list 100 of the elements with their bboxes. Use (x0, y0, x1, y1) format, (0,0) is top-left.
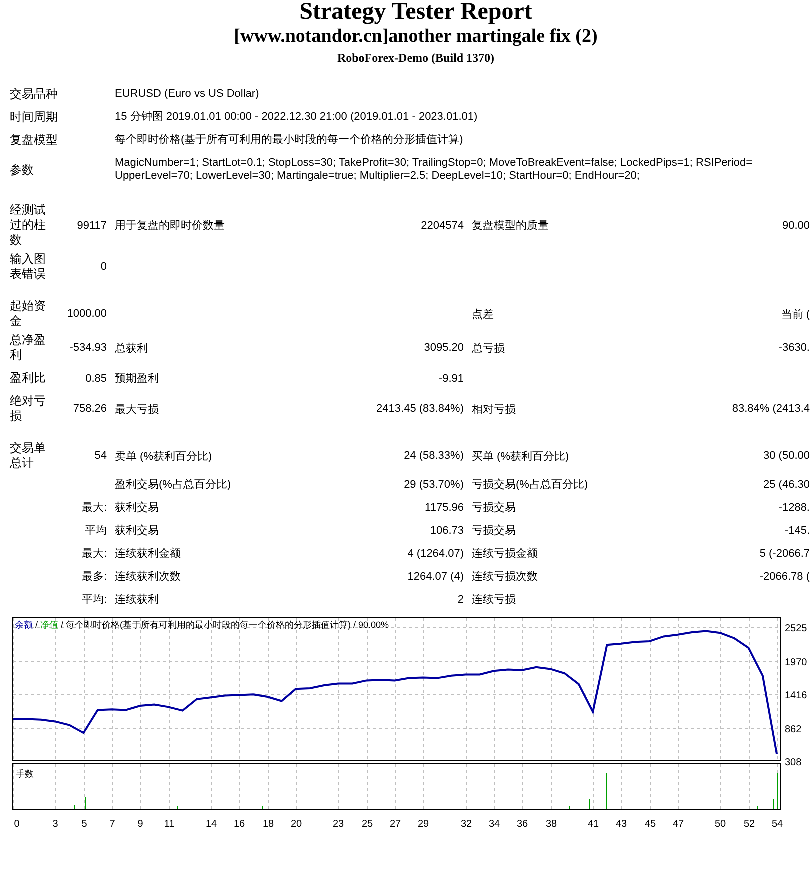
stat-label: 连续亏损金额 (471, 546, 539, 562)
stat-label: 获利交易 (114, 524, 160, 539)
stat-label: 亏损交易 (471, 500, 517, 516)
stat-label: 连续亏损次数 (471, 570, 539, 585)
stat-value: 24 (58.33%) (403, 449, 464, 464)
field-label: 复盘模型 (10, 132, 59, 149)
stat-label: 连续获利金额 (114, 546, 182, 562)
y-axis-label: 2525 (785, 624, 808, 634)
stat-label: 输入图表错误 (10, 251, 47, 283)
stat-value: 5 (-2066.7 (758, 546, 810, 562)
y-axis-label: 1416 (785, 690, 808, 702)
y-axis-label: 308 (785, 758, 802, 768)
stat-label: 预期盈利 (114, 372, 160, 387)
stat-value: 1000.00 (66, 307, 107, 322)
x-axis-label: 0 (14, 819, 20, 830)
stat-label: 用于复盘的即时价数量 (114, 219, 226, 234)
stat-value: 2204574 (420, 218, 464, 234)
stat-value: 1264.07 (4) (406, 570, 464, 584)
x-axis-label: 27 (390, 819, 402, 830)
x-axis-label: 36 (516, 819, 528, 830)
stat-value: 0.85 (84, 372, 107, 386)
stat-label: 复盘模型的质量 (471, 219, 550, 234)
field-value: 15 分钟图 2019.01.01 00:00 - 2022.12.30 21:00 (2019.01.01 - 2023.01.01) (115, 110, 479, 125)
x-axis-label: 29 (418, 819, 430, 830)
stat-label: 盈利比 (10, 370, 47, 387)
field-value: 每个即时价格(基于所有可利用的最小时段的每一个价格的分形插值计算) (115, 133, 464, 148)
stat-value: 平均 (84, 524, 107, 539)
x-axis-label: 14 (206, 819, 218, 830)
field-label: 交易品种 (10, 86, 59, 103)
x-axis-label: 45 (644, 819, 656, 830)
stat-label: 连续亏损 (471, 593, 517, 608)
stat-value: 2 (456, 592, 464, 608)
stat-label: 起始资金 (10, 298, 47, 330)
stat-label: 绝对亏损 (10, 393, 47, 425)
stat-value: -3630. (778, 341, 810, 356)
chart-legend: 余额 / 净值 / 每个即时价格(基于所有可利用的最小时段的每一个价格的分形插值计算) / 90.00% (15, 620, 390, 630)
stat-value: 0 (100, 260, 107, 275)
stat-value: -9.91 (438, 372, 464, 386)
x-axis-label: 25 (362, 819, 374, 830)
x-axis-label: 5 (82, 819, 88, 830)
stat-value: 平均: (80, 593, 107, 608)
stat-value: 99117 (76, 218, 107, 234)
stat-label: 亏损交易(%占总百分比) (471, 478, 590, 493)
stat-label: 卖单 (%获利百分比) (114, 450, 214, 464)
server-name: RoboForex-Demo (Build 1370) (336, 50, 496, 66)
stat-label: 总亏损 (471, 342, 506, 356)
stat-value: 758.26 (72, 402, 107, 417)
stat-value: 2413.45 (83.84%) (376, 402, 464, 417)
stat-label: 交易单总计 (10, 440, 47, 472)
x-axis-label: 7 (110, 819, 116, 830)
stat-label: 买单 (%获利百分比) (471, 450, 570, 464)
x-axis-label: 47 (672, 819, 684, 830)
stat-value: 4 (1264.07) (406, 546, 464, 562)
x-axis-label: 41 (588, 819, 600, 830)
stat-value: 29 (53.70%) (403, 478, 464, 492)
x-axis-label: 11 (164, 819, 175, 830)
stat-value: 最大: (80, 547, 107, 562)
stat-value: 106.73 (429, 524, 464, 538)
field-value: EURUSD (Euro vs US Dollar) (115, 87, 260, 102)
stat-value: 54 (94, 449, 107, 464)
field-value: MagicNumber=1; StartLot=0.1; StopLoss=30; TakeProfit=30; TrailingStop=0; MoveToBreakEvent=false; LockedPips=1; RSIPeriod= UpperLevel=70; LowerLevel=30; Martingale=true; Multiplier=2.5; DeepLevel=10; StartHour=0; EndHour=20; (115, 156, 754, 184)
x-axis-label: 20 (290, 819, 302, 830)
stat-label: 总获利 (114, 342, 149, 356)
stat-label: 盈利交易(%占总百分比) (114, 478, 232, 493)
stat-value: 最多: (80, 570, 107, 585)
x-axis-label: 38 (546, 819, 558, 830)
stat-value: 83.84% (2413.4 (731, 402, 810, 417)
volume-label: 手数 (16, 769, 34, 779)
report-subtitle: [www.notandor.cn]another martingale fix (2) (233, 25, 599, 49)
stat-value: -2066.78 ( (758, 570, 810, 584)
stat-label: 相对亏损 (471, 402, 517, 418)
stat-label: 总净盈利 (10, 332, 47, 364)
stat-value: 1175.96 (424, 500, 464, 516)
y-axis-label: 862 (785, 724, 802, 736)
x-axis-label: 9 (138, 819, 144, 830)
field-label: 时间周期 (10, 109, 59, 126)
x-axis-label: 54 (772, 819, 784, 830)
stat-value: -145. (784, 524, 810, 538)
stat-label: 点差 (471, 308, 495, 322)
stat-value: 3095.20 (423, 341, 464, 356)
stat-label: 获利交易 (114, 500, 160, 516)
stat-value: 最大: (80, 501, 107, 516)
field-label: 参数 (10, 162, 35, 178)
x-axis-label: 32 (460, 819, 472, 830)
stat-value: -1288. (778, 500, 810, 516)
x-axis-label: 52 (744, 819, 756, 830)
stat-label: 连续获利次数 (114, 570, 182, 585)
report-title: Strategy Tester Report (298, 0, 534, 24)
stat-value: 30 (50.00 (762, 449, 810, 464)
stat-value: -534.93 (68, 341, 107, 356)
x-axis-label: 23 (332, 819, 344, 830)
stat-value: 90.00 (781, 218, 810, 234)
x-axis-label: 43 (616, 819, 628, 830)
stat-label: 经测试过的柱数 (10, 202, 47, 249)
stat-label: 亏损交易 (471, 524, 517, 539)
x-axis-label: 18 (262, 819, 274, 830)
stat-label: 最大亏损 (114, 402, 160, 418)
stat-value: 25 (46.30 (762, 478, 810, 492)
stat-label: 连续获利 (114, 593, 160, 608)
x-axis-label: 3 (52, 819, 58, 830)
